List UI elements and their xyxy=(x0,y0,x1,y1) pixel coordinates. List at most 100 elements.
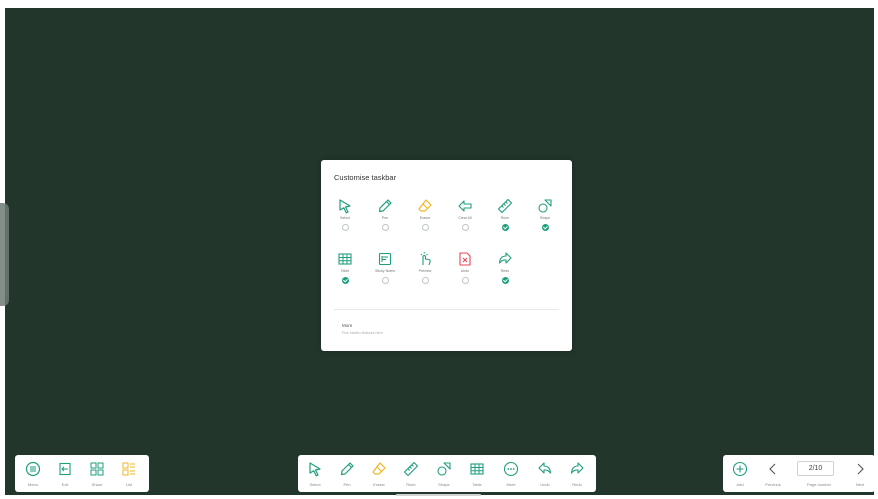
eraser-icon xyxy=(372,462,386,475)
select-icon xyxy=(339,199,351,214)
redo-button[interactable]: Redo xyxy=(564,455,590,492)
eraser-icon xyxy=(418,199,432,212)
list-button[interactable]: List xyxy=(116,455,142,492)
option-label: Sticky Notes xyxy=(375,269,395,273)
more-hint: Five hidden features here xyxy=(342,331,383,335)
option-shape[interactable]: Shape xyxy=(526,198,564,231)
option-checkbox[interactable] xyxy=(461,277,469,284)
undo-button[interactable]: Undo xyxy=(532,455,558,492)
select-button[interactable]: Select xyxy=(302,455,328,492)
option-clear-all[interactable]: Clear All xyxy=(446,198,484,231)
table-icon xyxy=(338,253,352,265)
customise-taskbar-dialog: Customise taskbar Select Pen Eraser Clea… xyxy=(321,160,572,351)
redo-icon xyxy=(570,462,584,474)
option-label: Preview xyxy=(418,269,432,273)
eraser-label: Eraser xyxy=(373,482,385,487)
option-label: Select xyxy=(340,216,350,220)
next-page-button[interactable]: Next xyxy=(847,455,873,492)
list-label: List xyxy=(125,482,133,487)
option-checkbox-checked[interactable] xyxy=(341,277,349,284)
option-checkbox[interactable] xyxy=(421,224,429,231)
pen-icon xyxy=(378,199,392,213)
option-checkbox-checked[interactable] xyxy=(541,224,549,231)
clear-all-icon xyxy=(458,200,472,212)
menu-label: Menu xyxy=(27,482,38,487)
more-label: More xyxy=(506,482,516,487)
shape-icon xyxy=(437,462,451,476)
option-label: Shape xyxy=(539,216,551,220)
shape-icon xyxy=(538,199,552,213)
option-checkbox[interactable] xyxy=(381,277,389,284)
option-checkbox[interactable] xyxy=(341,224,349,231)
list-icon xyxy=(122,462,135,476)
option-checkbox-checked[interactable] xyxy=(501,277,509,284)
redo-icon xyxy=(498,252,512,264)
menu-button[interactable]: Menu xyxy=(20,455,46,492)
option-label: Table xyxy=(340,269,350,273)
option-pen[interactable]: Pen xyxy=(366,198,404,231)
option-label: Pen xyxy=(381,216,389,220)
exit-label: Exit xyxy=(61,482,69,487)
shape-label: Shape xyxy=(438,482,450,487)
exit-button[interactable]: Exit xyxy=(52,455,78,492)
option-ruler[interactable]: Ruler xyxy=(486,198,524,231)
left-taskbar: Menu Exit Share List xyxy=(15,455,149,492)
option-checkbox[interactable] xyxy=(381,224,389,231)
undo-label: Undo xyxy=(540,482,550,487)
sticky-notes-icon xyxy=(378,252,392,266)
option-checkbox[interactable] xyxy=(461,224,469,231)
option-checkbox[interactable] xyxy=(421,277,429,284)
option-sticky-notes[interactable]: Sticky Notes xyxy=(366,251,404,284)
add-page-button[interactable]: Add xyxy=(727,455,753,492)
eraser-button[interactable]: Eraser xyxy=(366,455,392,492)
exit-icon xyxy=(59,462,71,476)
menu-icon xyxy=(25,461,41,477)
shape-button[interactable]: Shape xyxy=(431,455,457,492)
table-label: Table xyxy=(472,482,482,487)
share-icon xyxy=(90,462,104,476)
undo-icon xyxy=(538,462,552,474)
add-icon xyxy=(732,461,748,477)
option-label: Redo xyxy=(500,269,510,273)
option-redo[interactable]: Redo xyxy=(486,251,524,284)
option-table[interactable]: Table xyxy=(326,251,364,284)
option-label: Ruler xyxy=(500,216,510,220)
option-select[interactable]: Select xyxy=(326,198,364,231)
option-label: Undo xyxy=(460,269,470,273)
previous-label: Previous xyxy=(765,482,781,487)
preview-icon xyxy=(420,252,431,266)
option-preview[interactable]: Preview xyxy=(406,251,444,284)
more-label: More xyxy=(342,323,353,328)
share-button[interactable]: Share xyxy=(84,455,110,492)
select-label: Select xyxy=(309,482,321,487)
pen-label: Pen xyxy=(343,482,351,487)
select-icon xyxy=(309,462,321,477)
next-label: Next xyxy=(855,482,865,487)
option-undo[interactable]: Undo xyxy=(446,251,484,284)
option-label: Eraser xyxy=(419,216,431,220)
center-taskbar: Select Pen Eraser Ruler Shape Table More… xyxy=(298,455,596,492)
page-number-label: Page number xyxy=(806,482,831,487)
option-checkbox-checked[interactable] xyxy=(501,224,509,231)
table-icon xyxy=(470,463,484,475)
page-number-field[interactable]: 2/10 xyxy=(797,461,834,476)
pen-icon xyxy=(340,462,354,476)
undo-icon xyxy=(459,252,471,266)
table-button[interactable]: Table xyxy=(464,455,490,492)
side-panel-handle[interactable] xyxy=(0,203,9,306)
dialog-title: Customise taskbar xyxy=(334,173,397,182)
more-button[interactable]: More xyxy=(498,455,524,492)
add-label: Add xyxy=(736,482,744,487)
redo-label: Redo xyxy=(572,482,582,487)
ruler-icon xyxy=(497,198,513,214)
more-icon xyxy=(503,461,519,477)
previous-page-button[interactable]: Previous xyxy=(760,455,786,492)
pen-button[interactable]: Pen xyxy=(334,455,360,492)
ruler-label: Ruler xyxy=(406,482,416,487)
ruler-button[interactable]: Ruler xyxy=(398,455,424,492)
chevron-right-icon xyxy=(857,463,864,475)
option-eraser[interactable]: Eraser xyxy=(406,198,444,231)
option-label: Clear All xyxy=(458,216,472,220)
chevron-left-icon xyxy=(769,463,776,475)
share-label: Share xyxy=(91,482,103,487)
